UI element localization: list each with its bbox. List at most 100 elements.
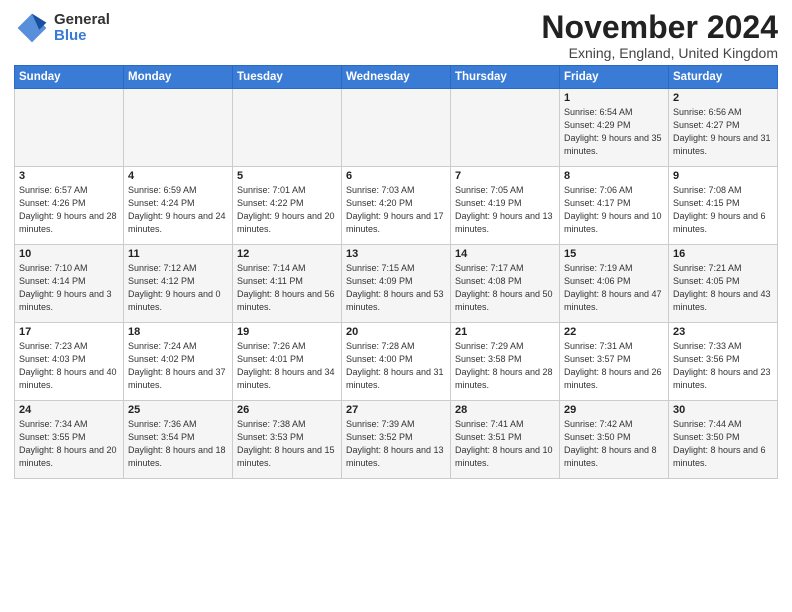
week-row-4: 17 Sunrise: 7:23 AM Sunset: 4:03 PM Dayli… <box>15 323 778 401</box>
day-number: 23 <box>673 326 773 338</box>
header: General Blue November 2024 Exning, Engla… <box>14 10 778 61</box>
day-info: Sunrise: 7:05 AM Sunset: 4:19 PM Dayligh… <box>455 184 555 236</box>
calendar-cell: 4 Sunrise: 6:59 AM Sunset: 4:24 PM Daylig… <box>124 167 233 245</box>
day-number: 27 <box>346 404 446 416</box>
calendar-cell: 19Sunrise: 7:26 AM Sunset: 4:01 PM Dayli… <box>233 323 342 401</box>
logo-icon <box>14 10 50 46</box>
day-number: 9 <box>673 170 773 182</box>
day-info: Sunrise: 7:17 AM Sunset: 4:08 PM Dayligh… <box>455 262 555 314</box>
calendar-cell: 28 Sunrise: 7:41 AM Sunset: 3:51 PM Dayli… <box>451 401 560 479</box>
calendar-cell: 27 Sunrise: 7:39 AM Sunset: 3:52 PM Dayli… <box>342 401 451 479</box>
day-number: 14 <box>455 248 555 260</box>
calendar-cell: 14 Sunrise: 7:17 AM Sunset: 4:08 PM Dayli… <box>451 245 560 323</box>
col-header-wednesday: Wednesday <box>342 66 451 89</box>
title-block: November 2024 Exning, England, United Ki… <box>541 10 778 61</box>
calendar-cell <box>451 89 560 167</box>
day-number: 16 <box>673 248 773 260</box>
calendar-cell <box>124 89 233 167</box>
calendar-cell: 24Sunrise: 7:34 AM Sunset: 3:55 PM Dayli… <box>15 401 124 479</box>
day-number: 1 <box>564 92 664 104</box>
day-info: Sunrise: 7:14 AM Sunset: 4:11 PM Dayligh… <box>237 262 337 314</box>
calendar-cell: 5 Sunrise: 7:01 AM Sunset: 4:22 PM Daylig… <box>233 167 342 245</box>
calendar-table: SundayMondayTuesdayWednesdayThursdayFrid… <box>14 65 778 479</box>
day-info: Sunrise: 7:34 AM Sunset: 3:55 PM Dayligh… <box>19 418 119 470</box>
day-info: Sunrise: 7:38 AM Sunset: 3:53 PM Dayligh… <box>237 418 337 470</box>
day-number: 13 <box>346 248 446 260</box>
col-header-thursday: Thursday <box>451 66 560 89</box>
day-number: 5 <box>237 170 337 182</box>
calendar-cell: 30Sunrise: 7:44 AM Sunset: 3:50 PM Dayli… <box>669 401 778 479</box>
calendar-cell: 26Sunrise: 7:38 AM Sunset: 3:53 PM Dayli… <box>233 401 342 479</box>
week-row-3: 10 Sunrise: 7:10 AM Sunset: 4:14 PM Dayli… <box>15 245 778 323</box>
calendar-cell <box>15 89 124 167</box>
day-info: Sunrise: 7:23 AM Sunset: 4:03 PM Dayligh… <box>19 340 119 392</box>
day-number: 22 <box>564 326 664 338</box>
day-info: Sunrise: 7:08 AM Sunset: 4:15 PM Dayligh… <box>673 184 773 236</box>
day-info: Sunrise: 7:42 AM Sunset: 3:50 PM Dayligh… <box>564 418 664 470</box>
day-info: Sunrise: 6:54 AM Sunset: 4:29 PM Dayligh… <box>564 106 664 158</box>
col-header-friday: Friday <box>560 66 669 89</box>
subtitle: Exning, England, United Kingdom <box>541 45 778 61</box>
calendar-cell: 1 Sunrise: 6:54 AM Sunset: 4:29 PM Daylig… <box>560 89 669 167</box>
calendar-cell: 22 Sunrise: 7:31 AM Sunset: 3:57 PM Dayli… <box>560 323 669 401</box>
calendar-cell: 12 Sunrise: 7:14 AM Sunset: 4:11 PM Dayli… <box>233 245 342 323</box>
day-number: 29 <box>564 404 664 416</box>
day-info: Sunrise: 7:19 AM Sunset: 4:06 PM Dayligh… <box>564 262 664 314</box>
day-number: 30 <box>673 404 773 416</box>
day-info: Sunrise: 7:24 AM Sunset: 4:02 PM Dayligh… <box>128 340 228 392</box>
day-info: Sunrise: 6:56 AM Sunset: 4:27 PM Dayligh… <box>673 106 773 158</box>
day-number: 20 <box>346 326 446 338</box>
day-number: 17 <box>19 326 119 338</box>
month-title: November 2024 <box>541 10 778 45</box>
day-number: 2 <box>673 92 773 104</box>
day-info: Sunrise: 7:29 AM Sunset: 3:58 PM Dayligh… <box>455 340 555 392</box>
col-header-saturday: Saturday <box>669 66 778 89</box>
day-number: 28 <box>455 404 555 416</box>
week-row-2: 3 Sunrise: 6:57 AM Sunset: 4:26 PM Daylig… <box>15 167 778 245</box>
calendar-cell: 21 Sunrise: 7:29 AM Sunset: 3:58 PM Dayli… <box>451 323 560 401</box>
day-number: 19 <box>237 326 337 338</box>
col-header-sunday: Sunday <box>15 66 124 89</box>
day-number: 21 <box>455 326 555 338</box>
day-info: Sunrise: 7:21 AM Sunset: 4:05 PM Dayligh… <box>673 262 773 314</box>
col-header-tuesday: Tuesday <box>233 66 342 89</box>
day-number: 12 <box>237 248 337 260</box>
day-info: Sunrise: 7:41 AM Sunset: 3:51 PM Dayligh… <box>455 418 555 470</box>
header-row: SundayMondayTuesdayWednesdayThursdayFrid… <box>15 66 778 89</box>
week-row-1: 1 Sunrise: 6:54 AM Sunset: 4:29 PM Daylig… <box>15 89 778 167</box>
week-row-5: 24Sunrise: 7:34 AM Sunset: 3:55 PM Dayli… <box>15 401 778 479</box>
col-header-monday: Monday <box>124 66 233 89</box>
calendar-cell: 25Sunrise: 7:36 AM Sunset: 3:54 PM Dayli… <box>124 401 233 479</box>
day-info: Sunrise: 7:39 AM Sunset: 3:52 PM Dayligh… <box>346 418 446 470</box>
day-number: 6 <box>346 170 446 182</box>
calendar-cell: 9 Sunrise: 7:08 AM Sunset: 4:15 PM Daylig… <box>669 167 778 245</box>
day-info: Sunrise: 7:33 AM Sunset: 3:56 PM Dayligh… <box>673 340 773 392</box>
calendar-cell: 20Sunrise: 7:28 AM Sunset: 4:00 PM Dayli… <box>342 323 451 401</box>
day-number: 3 <box>19 170 119 182</box>
day-info: Sunrise: 7:01 AM Sunset: 4:22 PM Dayligh… <box>237 184 337 236</box>
calendar-cell: 11Sunrise: 7:12 AM Sunset: 4:12 PM Dayli… <box>124 245 233 323</box>
logo-blue: Blue <box>54 28 110 45</box>
day-info: Sunrise: 7:31 AM Sunset: 3:57 PM Dayligh… <box>564 340 664 392</box>
logo-text: General Blue <box>54 12 110 45</box>
day-info: Sunrise: 7:03 AM Sunset: 4:20 PM Dayligh… <box>346 184 446 236</box>
day-number: 25 <box>128 404 228 416</box>
calendar-cell <box>233 89 342 167</box>
day-info: Sunrise: 6:57 AM Sunset: 4:26 PM Dayligh… <box>19 184 119 236</box>
day-info: Sunrise: 6:59 AM Sunset: 4:24 PM Dayligh… <box>128 184 228 236</box>
calendar-cell: 7 Sunrise: 7:05 AM Sunset: 4:19 PM Daylig… <box>451 167 560 245</box>
day-number: 8 <box>564 170 664 182</box>
calendar-cell: 6 Sunrise: 7:03 AM Sunset: 4:20 PM Daylig… <box>342 167 451 245</box>
day-number: 7 <box>455 170 555 182</box>
calendar-cell: 17 Sunrise: 7:23 AM Sunset: 4:03 PM Dayli… <box>15 323 124 401</box>
calendar-cell: 23 Sunrise: 7:33 AM Sunset: 3:56 PM Dayli… <box>669 323 778 401</box>
calendar-cell: 10 Sunrise: 7:10 AM Sunset: 4:14 PM Dayli… <box>15 245 124 323</box>
day-number: 18 <box>128 326 228 338</box>
day-number: 4 <box>128 170 228 182</box>
day-number: 15 <box>564 248 664 260</box>
calendar-cell: 13Sunrise: 7:15 AM Sunset: 4:09 PM Dayli… <box>342 245 451 323</box>
day-info: Sunrise: 7:10 AM Sunset: 4:14 PM Dayligh… <box>19 262 119 314</box>
day-info: Sunrise: 7:06 AM Sunset: 4:17 PM Dayligh… <box>564 184 664 236</box>
day-number: 10 <box>19 248 119 260</box>
calendar-cell: 29 Sunrise: 7:42 AM Sunset: 3:50 PM Dayli… <box>560 401 669 479</box>
